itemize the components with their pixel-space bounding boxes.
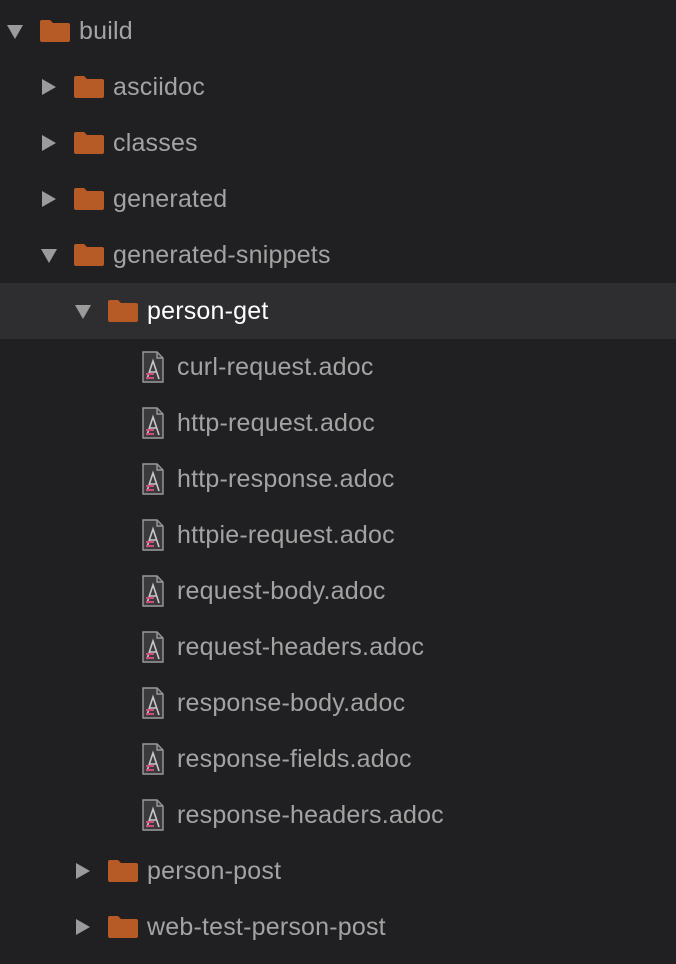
tree-item-label: classes (113, 128, 198, 157)
chevron-down-icon[interactable] (5, 21, 25, 41)
folder-icon (108, 860, 138, 882)
folder-item-generated-snippets[interactable]: generated-snippets (0, 227, 676, 283)
folder-icon (74, 244, 104, 266)
tree-item-label: response-headers.adoc (177, 800, 444, 829)
file-item-response-fields-adoc[interactable]: response-fields.adoc (0, 731, 676, 787)
folder-icon (74, 76, 104, 98)
chevron-down-icon[interactable] (73, 301, 93, 321)
folder-item-web-test-person-post[interactable]: web-test-person-post (0, 899, 676, 955)
asciidoc-file-icon (142, 519, 164, 551)
chevron-right-icon[interactable] (73, 917, 93, 937)
chevron-right-icon[interactable] (39, 77, 59, 97)
tree-item-label: http-request.adoc (177, 408, 375, 437)
file-item-http-request-adoc[interactable]: http-request.adoc (0, 395, 676, 451)
tree-item-label: generated-snippets (113, 240, 331, 269)
folder-icon (108, 300, 138, 322)
asciidoc-file-icon (142, 575, 164, 607)
tree-item-label: http-response.adoc (177, 464, 395, 493)
tree-item-label: httpie-request.adoc (177, 520, 395, 549)
folder-item-build[interactable]: build (0, 3, 676, 59)
file-item-response-headers-adoc[interactable]: response-headers.adoc (0, 787, 676, 843)
tree-item-label: request-body.adoc (177, 576, 386, 605)
folder-icon (74, 132, 104, 154)
file-item-request-headers-adoc[interactable]: request-headers.adoc (0, 619, 676, 675)
tree-item-label: request-headers.adoc (177, 632, 425, 661)
folder-icon (40, 20, 70, 42)
file-item-response-body-adoc[interactable]: response-body.adoc (0, 675, 676, 731)
asciidoc-file-icon (142, 687, 164, 719)
asciidoc-file-icon (142, 463, 164, 495)
tree-item-label: person-post (147, 856, 282, 885)
chevron-down-icon[interactable] (39, 245, 59, 265)
folder-item-person-post[interactable]: person-post (0, 843, 676, 899)
tree-item-label: generated (113, 184, 228, 213)
chevron-right-icon[interactable] (73, 861, 93, 881)
file-item-http-response-adoc[interactable]: http-response.adoc (0, 451, 676, 507)
tree-item-label: asciidoc (113, 72, 205, 101)
folder-icon (108, 916, 138, 938)
folder-item-person-get[interactable]: person-get (0, 283, 676, 339)
folder-item-generated[interactable]: generated (0, 171, 676, 227)
folder-item-classes[interactable]: classes (0, 115, 676, 171)
tree-item-label: response-body.adoc (177, 688, 406, 717)
chevron-right-icon[interactable] (39, 189, 59, 209)
tree-item-label: build (79, 16, 133, 45)
tree-item-label: web-test-person-post (147, 912, 386, 941)
file-item-request-body-adoc[interactable]: request-body.adoc (0, 563, 676, 619)
file-item-curl-request-adoc[interactable]: curl-request.adoc (0, 339, 676, 395)
asciidoc-file-icon (142, 351, 164, 383)
folder-icon (74, 188, 104, 210)
tree-item-label: person-get (147, 296, 269, 325)
asciidoc-file-icon (142, 407, 164, 439)
asciidoc-file-icon (142, 631, 164, 663)
chevron-right-icon[interactable] (39, 133, 59, 153)
project-file-tree: build asciidoc classes generated generated-s… (0, 3, 676, 955)
file-item-httpie-request-adoc[interactable]: httpie-request.adoc (0, 507, 676, 563)
asciidoc-file-icon (142, 799, 164, 831)
folder-item-asciidoc[interactable]: asciidoc (0, 59, 676, 115)
tree-item-label: curl-request.adoc (177, 352, 374, 381)
tree-item-label: response-fields.adoc (177, 744, 412, 773)
asciidoc-file-icon (142, 743, 164, 775)
